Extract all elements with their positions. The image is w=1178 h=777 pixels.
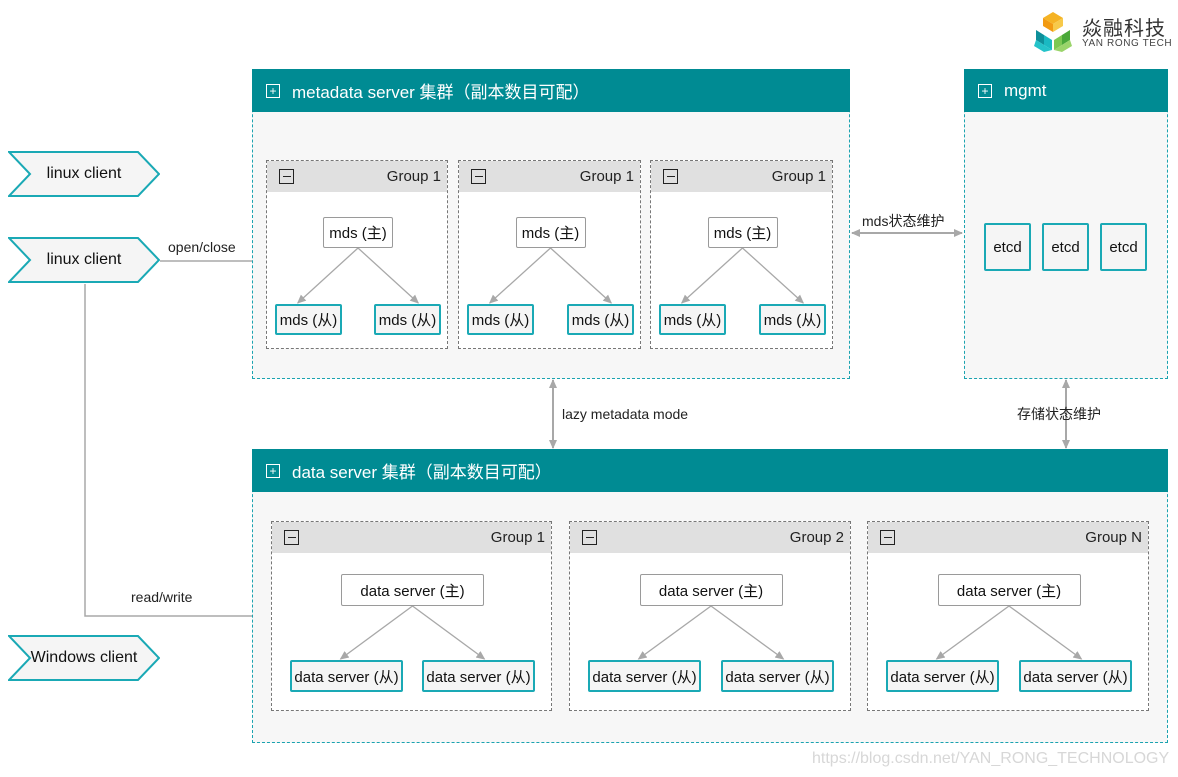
edge-label-lazy-metadata: lazy metadata mode	[562, 406, 689, 422]
replication-arrow	[550, 247, 613, 304]
group-title: Group 1	[386, 168, 441, 185]
group-title: Group 2	[789, 529, 844, 546]
slave-node[interactable]: mds (从)	[759, 304, 826, 335]
logo-en-name: YAN RONG TECH	[1082, 38, 1173, 49]
group-header[interactable]: Group 1	[459, 161, 640, 192]
metadata-cluster-header[interactable]: + metadata server 集群（副本数目可配）	[252, 69, 850, 112]
group-title: Group 1	[579, 168, 634, 185]
slave-node[interactable]: mds (从)	[467, 304, 534, 335]
client-label: Windows client	[30, 649, 138, 666]
replication-arrow	[1008, 605, 1083, 660]
slave-node[interactable]: data server (从)	[721, 660, 834, 692]
group-header[interactable]: Group 1	[651, 161, 832, 192]
etcd-node[interactable]: etcd	[1100, 223, 1147, 271]
replication-arrow	[488, 247, 551, 304]
logo-cn-name: 焱融科技	[1082, 18, 1166, 40]
mds-group: Group 1 mds (主) mds (从) mds (从)	[650, 160, 833, 349]
group-header[interactable]: Group N	[868, 522, 1148, 553]
group-title: Group N	[1085, 529, 1142, 546]
expand-plus-icon[interactable]: +	[266, 463, 280, 478]
master-node[interactable]: data server (主)	[937, 574, 1081, 606]
client-linux-1[interactable]: linux client	[8, 151, 160, 197]
slave-node[interactable]: mds (从)	[275, 304, 342, 335]
replication-arrow	[742, 247, 805, 304]
master-node[interactable]: mds (主)	[707, 217, 778, 248]
client-windows[interactable]: Windows client	[8, 635, 160, 681]
watermark: https://blog.csdn.net/YAN_RONG_TECHNOLOG…	[812, 750, 1170, 767]
slave-node[interactable]: mds (从)	[659, 304, 726, 335]
replication-arrow	[680, 247, 743, 304]
collapse-minus-icon[interactable]	[663, 169, 678, 184]
group-title: Group 1	[771, 168, 826, 185]
group-header[interactable]: Group 2	[570, 522, 850, 553]
collapse-minus-icon[interactable]	[279, 169, 294, 184]
edge-label-mds-state: mds状态维护	[862, 213, 945, 229]
edge-label-open-close: open/close	[168, 239, 236, 255]
replication-arrow	[637, 605, 712, 660]
metadata-cluster-title: metadata server 集群（副本数目可配）	[292, 83, 590, 102]
edge-label-read-write: read/write	[131, 589, 193, 605]
master-node[interactable]: data server (主)	[639, 574, 783, 606]
collapse-minus-icon[interactable]	[880, 530, 895, 545]
slave-node[interactable]: mds (从)	[567, 304, 634, 335]
mgmt-cluster-title: mgmt	[1004, 80, 1047, 100]
data-cluster-title: data server 集群（副本数目可配）	[292, 463, 552, 482]
slave-node[interactable]: data server (从)	[886, 660, 999, 692]
edge-label-storage-state: 存储状态维护	[1017, 406, 1101, 422]
company-logo: 焱融科技 YAN RONG TECH	[1030, 10, 1175, 55]
etcd-node[interactable]: etcd	[984, 223, 1031, 271]
group-title: Group 1	[490, 529, 545, 546]
slave-node[interactable]: data server (从)	[290, 660, 403, 692]
collapse-minus-icon[interactable]	[284, 530, 299, 545]
master-node[interactable]: mds (主)	[323, 217, 393, 248]
group-header[interactable]: Group 1	[272, 522, 551, 553]
collapse-minus-icon[interactable]	[582, 530, 597, 545]
master-node[interactable]: mds (主)	[515, 217, 586, 248]
replication-arrow	[296, 247, 359, 304]
replication-arrow	[357, 247, 420, 304]
ds-group: Group 2 data server (主) data server (从) dat…	[569, 521, 851, 711]
master-node[interactable]: data server (主)	[341, 574, 484, 606]
read-write-arrow	[84, 284, 267, 620]
mds-group: Group 1 mds (主) mds (从) mds (从)	[266, 160, 448, 349]
collapse-minus-icon[interactable]	[471, 169, 486, 184]
replication-arrow	[935, 605, 1010, 660]
client-linux-2[interactable]: linux client	[8, 237, 160, 283]
slave-node[interactable]: data server (从)	[422, 660, 535, 692]
slave-node[interactable]: data server (从)	[1019, 660, 1132, 692]
mgmt-cluster: + mgmt etcd etcd etcd	[964, 69, 1168, 379]
mds-group: Group 1 mds (主) mds (从) mds (从)	[458, 160, 641, 349]
replication-arrow	[710, 605, 785, 660]
etcd-node[interactable]: etcd	[1042, 223, 1089, 271]
replication-arrow	[412, 605, 486, 660]
client-label: linux client	[46, 165, 122, 182]
slave-node[interactable]: data server (从)	[588, 660, 701, 692]
replication-arrow	[339, 605, 413, 660]
ds-group: Group N data server (主) data server (从) dat…	[867, 521, 1149, 711]
slave-node[interactable]: mds (从)	[374, 304, 441, 335]
group-header[interactable]: Group 1	[267, 161, 447, 192]
client-label: linux client	[46, 251, 122, 268]
logo-cube-icon	[1034, 12, 1072, 52]
ds-group: Group 1 data server (主) data server (从) dat…	[271, 521, 552, 711]
expand-plus-icon[interactable]: +	[978, 83, 992, 98]
data-cluster-header[interactable]: + data server 集群（副本数目可配）	[252, 449, 1168, 492]
mgmt-cluster-header[interactable]: + mgmt	[964, 69, 1168, 112]
expand-plus-icon[interactable]: +	[266, 83, 280, 98]
